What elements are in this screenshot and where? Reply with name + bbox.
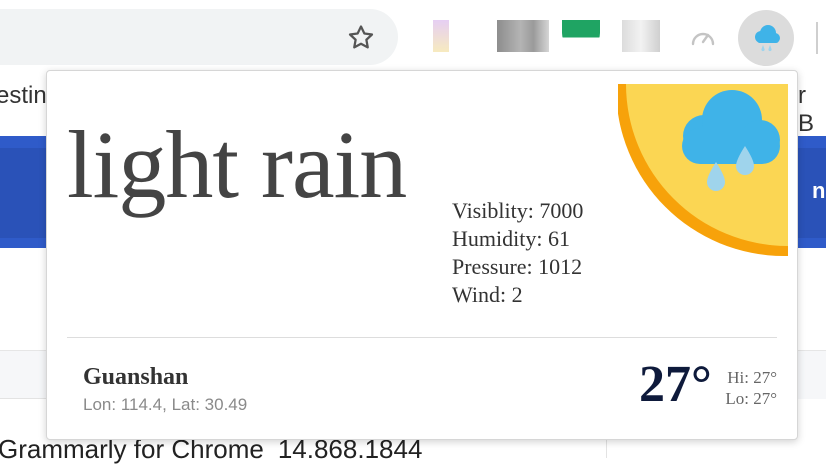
weather-condition: light rain <box>67 111 407 218</box>
rain-cloud-on-sun-icon <box>616 71 797 256</box>
high-temperature: Hi: 27° <box>727 368 777 387</box>
bookmark-bar-item-right[interactable]: r B <box>798 82 826 138</box>
weather-stats: Visiblity: 7000 Humidity: 61 Pressure: 1… <box>452 197 583 309</box>
current-temperature: 27° <box>639 356 712 413</box>
star-icon <box>348 25 374 49</box>
stat-humidity: Humidity: 61 <box>452 226 570 251</box>
weather-popup: light rain Visiblity: 7000 Humidity: 61 … <box>46 70 798 440</box>
stat-visibility: Visiblity: 7000 <box>452 198 584 223</box>
hi-lo-temperatures: Hi: 27° Lo: 27° <box>717 367 777 409</box>
popup-divider <box>67 337 777 338</box>
weather-extension-button[interactable] <box>738 10 794 66</box>
bookmark-star-button[interactable] <box>342 19 380 57</box>
banner-text-fragment: nod <box>812 178 826 203</box>
extension-icon-1[interactable] <box>433 20 449 52</box>
stat-wind: Wind: 2 <box>452 282 523 307</box>
browser-toolbar <box>0 0 826 70</box>
weather-icon-area <box>616 71 797 256</box>
rain-cloud-icon <box>755 25 780 52</box>
extension-icon-3[interactable] <box>562 20 600 52</box>
toolbar-divider <box>816 22 818 54</box>
address-bar[interactable] <box>0 9 398 65</box>
low-temperature: Lo: 27° <box>725 389 777 408</box>
speed-extension-button[interactable] <box>688 24 718 54</box>
extension-icon-2[interactable] <box>497 20 549 52</box>
speedometer-icon <box>691 32 715 46</box>
stat-pressure: Pressure: 1012 <box>452 254 583 279</box>
city-name: Guanshan <box>83 364 189 390</box>
coordinates: Lon: 114.4, Lat: 30.49 <box>83 395 248 414</box>
extension-icon-4[interactable] <box>622 20 660 52</box>
